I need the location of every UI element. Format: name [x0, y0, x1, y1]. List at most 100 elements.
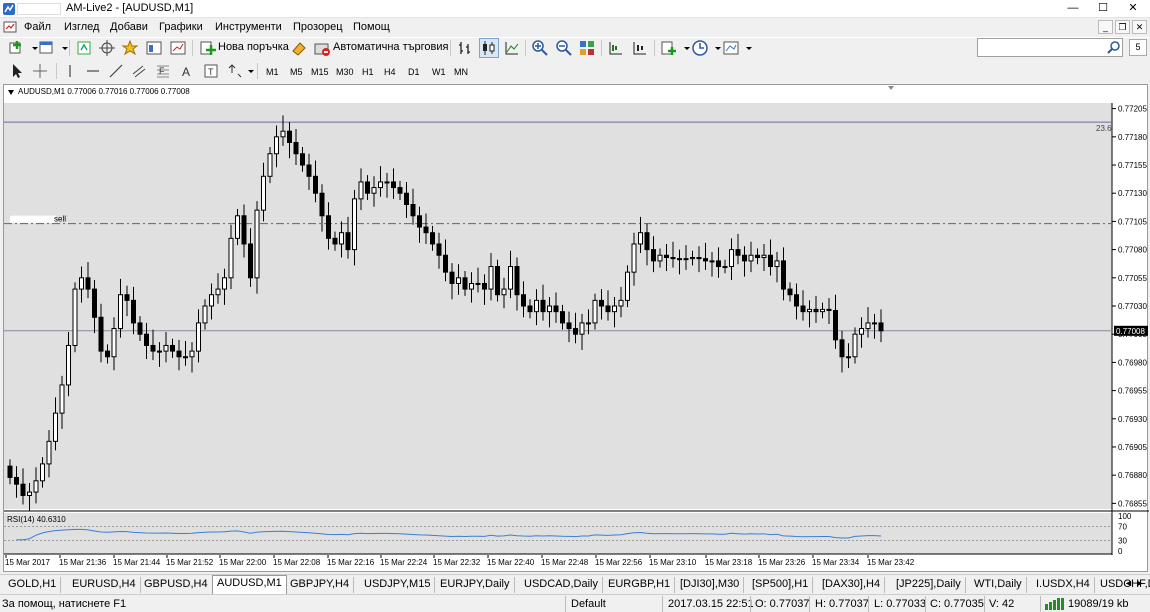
time-tick-label: 15 Mar 21:44 — [113, 558, 161, 567]
trendline-icon[interactable] — [107, 62, 125, 80]
chevron-down-icon[interactable] — [709, 39, 721, 57]
chart-collapse-icon[interactable] — [8, 90, 14, 95]
timeframe-mn[interactable]: MN — [454, 67, 468, 77]
chevron-down-icon[interactable] — [26, 39, 38, 57]
tile-windows-icon[interactable] — [578, 39, 596, 57]
zoom-out-icon[interactable] — [555, 39, 573, 57]
chart-tab[interactable]: [SP500],H1 — [748, 577, 814, 593]
terminal-icon[interactable] — [145, 39, 163, 57]
status-close: C: 0.77035 — [930, 598, 984, 610]
menu-window[interactable]: Прозорец — [293, 21, 343, 33]
candle-body — [833, 310, 838, 341]
candle-body — [547, 305, 552, 313]
menu-charts[interactable]: Графики — [159, 21, 203, 33]
text-icon[interactable]: A — [178, 62, 196, 80]
chart-window-icon[interactable] — [3, 20, 17, 34]
search-input[interactable] — [977, 38, 1123, 57]
chart-tab[interactable]: AUDUSD,M1 — [212, 575, 287, 594]
crosshair-icon[interactable] — [31, 62, 49, 80]
timeframe-h4[interactable]: H4 — [384, 67, 396, 77]
zoom-in-icon[interactable] — [531, 39, 549, 57]
candle-body — [124, 294, 130, 301]
new-chart-icon[interactable] — [8, 39, 26, 57]
menu-help[interactable]: Помощ — [353, 21, 390, 33]
chart-tab[interactable]: GBPJPY,H4 — [286, 577, 355, 593]
tab-scroll-arrows[interactable]: ◄ ► — [1124, 578, 1148, 590]
fibonacci-icon[interactable]: F — [154, 62, 172, 80]
chevron-down-icon[interactable] — [740, 39, 752, 57]
chart-tab[interactable]: GOLD,H1 — [4, 577, 62, 593]
chart-tab[interactable]: USDCAD,Daily — [520, 577, 603, 593]
mdi-restore-icon[interactable]: ❐ — [1115, 20, 1130, 34]
chart-shift-marker-icon[interactable] — [888, 86, 894, 90]
line-chart-icon[interactable] — [503, 39, 521, 57]
search-icon[interactable] — [1107, 40, 1121, 54]
menu-insert[interactable]: Добави — [110, 21, 148, 33]
bar-chart-icon[interactable] — [456, 39, 474, 57]
chart-shift-icon[interactable] — [607, 39, 625, 57]
chevron-down-icon[interactable] — [678, 39, 690, 57]
new-order-button[interactable]: Нова поръчка — [218, 41, 289, 53]
indicators-icon[interactable] — [660, 39, 678, 57]
chart-tab[interactable]: GBPUSD,H4 — [140, 577, 213, 593]
candlestick-chart-icon[interactable] — [479, 38, 499, 58]
chevron-down-icon[interactable] — [242, 62, 254, 80]
auto-trading-button[interactable]: Автоматична търговия — [333, 41, 448, 53]
sell-label-mask — [10, 215, 56, 223]
close-button[interactable]: ✕ — [1118, 0, 1148, 17]
timeframe-m30[interactable]: M30 — [336, 67, 354, 77]
maximize-button[interactable]: ☐ — [1088, 0, 1118, 17]
menu-view[interactable]: Изглед — [64, 21, 99, 33]
chart-tab[interactable]: WTI,Daily — [970, 577, 1027, 593]
timeframe-w1[interactable]: W1 — [432, 67, 446, 77]
candle-body — [365, 181, 370, 194]
chart-tab[interactable]: EURJPY,Daily — [436, 577, 515, 593]
timeframe-d1[interactable]: D1 — [408, 67, 420, 77]
minimize-button[interactable]: — — [1058, 0, 1088, 17]
profiles-icon[interactable] — [38, 39, 56, 57]
periods-clock-icon[interactable] — [691, 39, 709, 57]
candle-body — [144, 333, 149, 346]
strategy-tester-icon[interactable] — [169, 39, 187, 57]
vertical-line-icon[interactable] — [61, 62, 79, 80]
metaeditor-icon[interactable] — [290, 39, 308, 57]
candle-body — [488, 266, 494, 290]
crosshair-nav-icon[interactable] — [98, 39, 116, 57]
horizontal-line-icon[interactable] — [84, 62, 102, 80]
mdi-close-icon[interactable]: ✕ — [1132, 20, 1147, 34]
toolbar-separator — [192, 40, 193, 56]
chevron-down-icon[interactable] — [56, 39, 68, 57]
chart-tab[interactable]: USDJPY,M15 — [360, 577, 436, 593]
cursor-arrow-icon[interactable] — [8, 62, 26, 80]
chart-tab[interactable]: I.USDX,H4 — [1032, 577, 1095, 593]
community-button[interactable]: 5 — [1129, 39, 1147, 56]
chart-tab[interactable]: EURUSD,H4 — [68, 577, 141, 593]
market-watch-icon[interactable] — [75, 39, 93, 57]
menu-tools[interactable]: Инструменти — [215, 21, 282, 33]
auto-trading-icon[interactable] — [313, 39, 331, 57]
text-label-icon[interactable]: T — [202, 62, 220, 80]
chart-tab[interactable]: [JP225],Daily — [892, 577, 966, 593]
templates-icon[interactable] — [722, 39, 740, 57]
candle-body — [326, 215, 331, 239]
chart-tab[interactable]: [DJI30],M30 — [676, 577, 745, 593]
auto-scroll-icon[interactable] — [631, 39, 649, 57]
candle-body — [92, 288, 97, 318]
chart-tab[interactable]: [DAX30],H4 — [818, 577, 886, 593]
timeframe-m15[interactable]: M15 — [311, 67, 329, 77]
chart-tab[interactable]: EURGBP,H1 — [604, 577, 676, 593]
mdi-minimize-icon[interactable]: _ — [1098, 20, 1113, 34]
price-chart[interactable]: 0.77205 0.77180 0.77155 0.77130 0.77105 0.770… — [4, 85, 1149, 573]
candle-body — [664, 254, 669, 259]
timeframe-h1[interactable]: H1 — [362, 67, 374, 77]
timeframe-m1[interactable]: M1 — [266, 67, 279, 77]
chart-window[interactable]: 0.77205 0.77180 0.77155 0.77130 0.77105 0.770… — [3, 84, 1149, 573]
navigator-icon[interactable] — [121, 39, 139, 57]
candle-body — [872, 322, 877, 325]
new-order-icon[interactable] — [199, 39, 217, 57]
equidistant-channel-icon[interactable] — [130, 62, 148, 80]
timeframe-m5[interactable]: M5 — [290, 67, 303, 77]
status-separator — [1040, 596, 1041, 612]
menu-file[interactable]: Файл — [24, 21, 51, 33]
candle-body — [475, 282, 481, 285]
